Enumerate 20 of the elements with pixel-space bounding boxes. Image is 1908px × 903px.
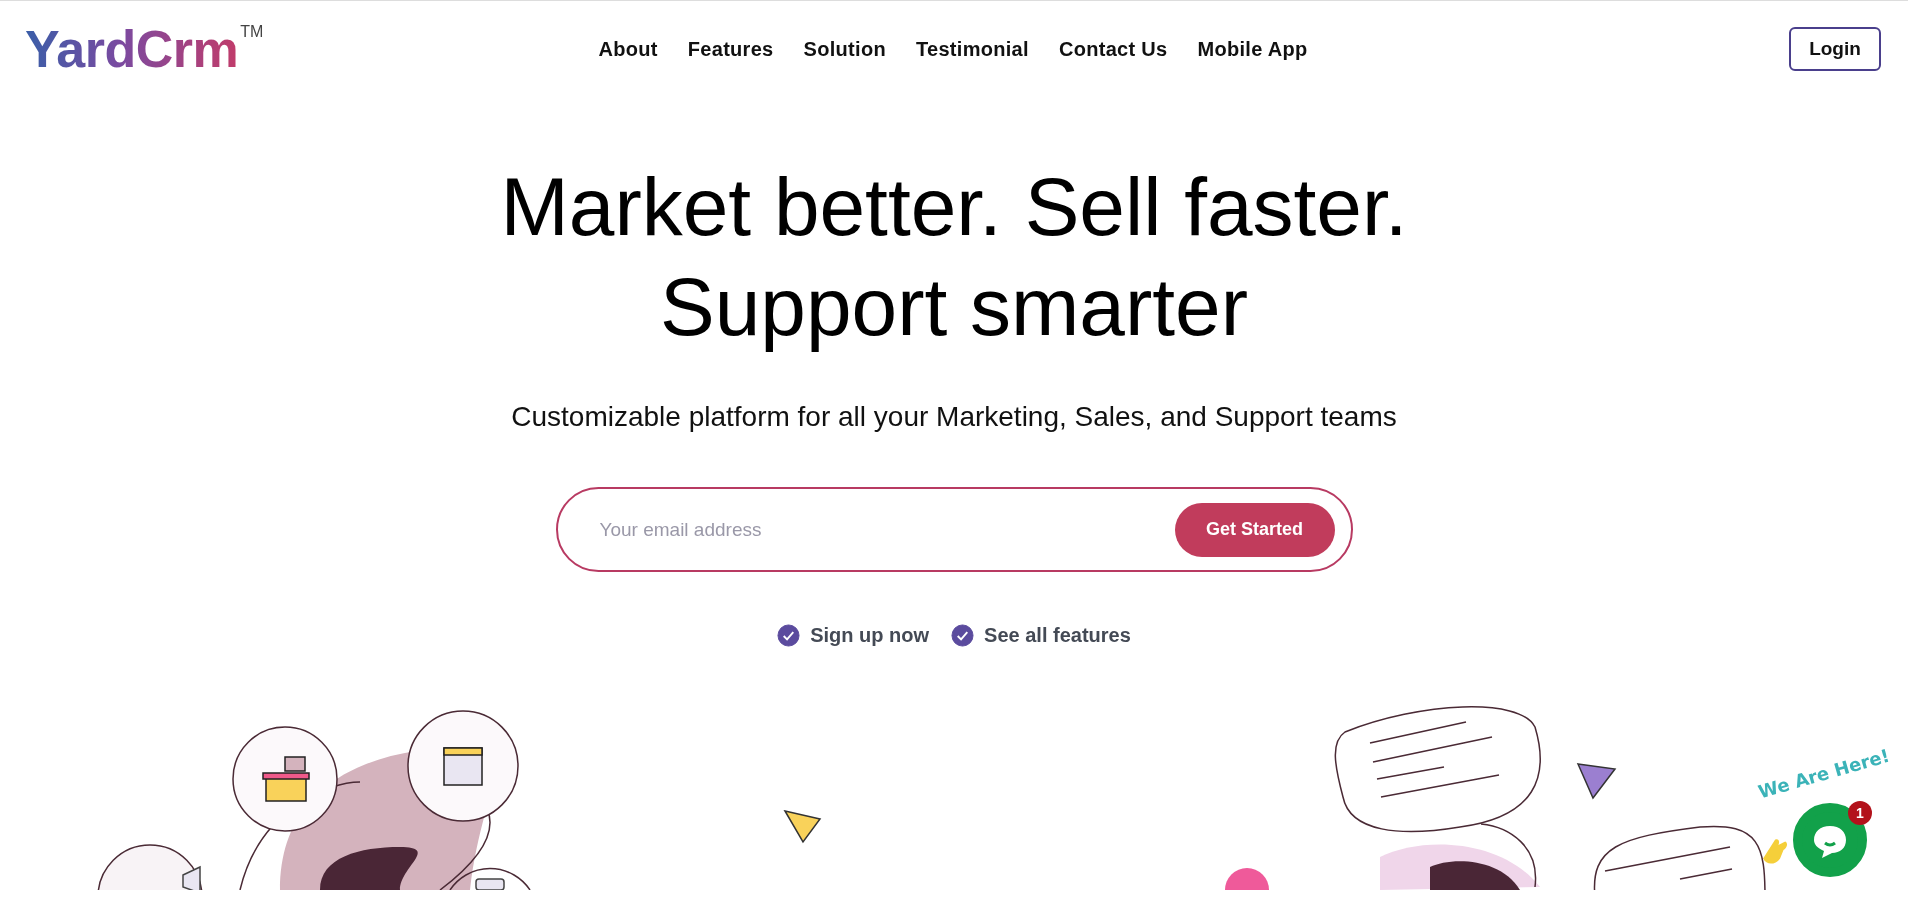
hero-headline: Market better. Sell faster. — [500, 160, 1408, 254]
greeting-text: We Are Here! — [1755, 744, 1892, 803]
email-signup-field[interactable]: Your email address Get Started — [555, 487, 1353, 572]
login-button[interactable]: Login — [1789, 27, 1881, 71]
nav-link[interactable]: Mobile App — [1197, 37, 1308, 61]
nav-link[interactable]: Testimonial — [915, 37, 1029, 61]
feature-link[interactable]: Sign up now — [810, 624, 930, 647]
nav-link[interactable]: Contact Us — [1058, 37, 1168, 61]
notification-badge: 1 — [1848, 801, 1872, 825]
hero-subtitle: Customizable platform for all your Marketing, Sales, and Support teams — [511, 400, 1397, 434]
feature-link[interactable]: See all features — [984, 624, 1131, 647]
nav-link[interactable]: Features — [687, 37, 774, 61]
trademark-mark: TM — [240, 23, 264, 41]
nav-link[interactable]: About — [598, 37, 658, 61]
monitor-circle-icon — [449, 867, 531, 890]
nav-link[interactable]: Solution — [803, 37, 886, 61]
triangle-shape — [1576, 763, 1617, 800]
hero-headline: Support smarter — [660, 260, 1248, 354]
get-started-button[interactable]: Get Started — [1174, 502, 1335, 557]
triangle-shape — [783, 809, 822, 844]
